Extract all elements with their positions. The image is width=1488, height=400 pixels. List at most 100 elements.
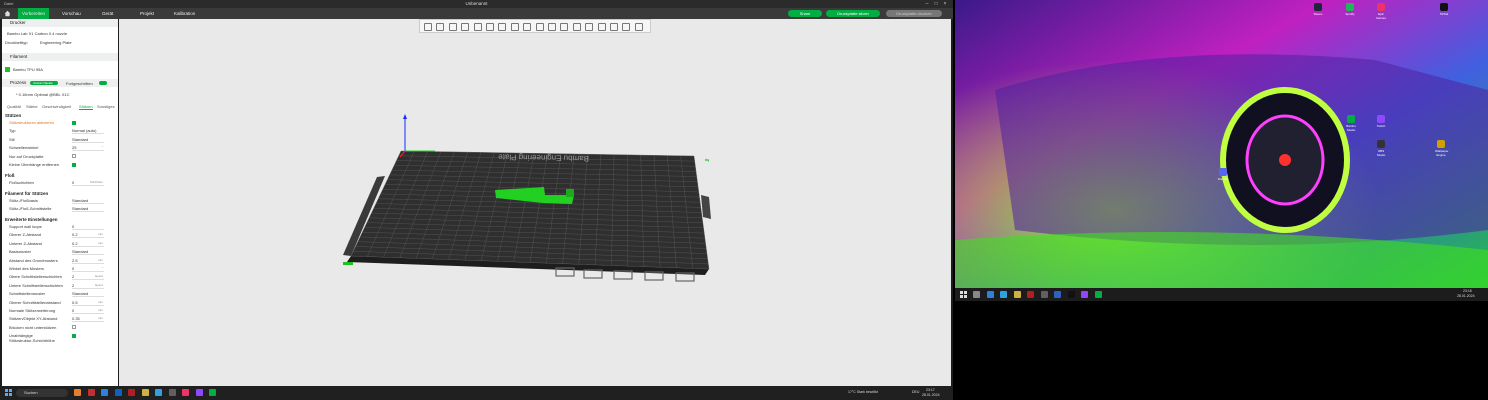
taskbar-app-icon[interactable] — [1013, 291, 1021, 298]
start-icon[interactable] — [5, 389, 12, 396]
app-icon-4[interactable] — [114, 389, 122, 396]
desktop-icon[interactable]: Epic Games — [1375, 3, 1387, 20]
weather-widget[interactable]: 17°C Stark bewölkt — [848, 390, 878, 394]
app-icon-5[interactable] — [128, 389, 135, 396]
taskbar-app-icon[interactable] — [1000, 291, 1007, 298]
taskbar-app-icon[interactable] — [973, 291, 980, 298]
tab-strength[interactable]: Stärke — [26, 104, 38, 109]
app-icon-1[interactable] — [74, 389, 81, 396]
tab-preview[interactable]: Vorschau — [58, 8, 85, 19]
store-icon[interactable] — [155, 389, 162, 396]
edge-icon[interactable] — [101, 389, 108, 396]
setting-value: 25 — [72, 145, 77, 151]
setting-value-field[interactable]: 2 layers — [72, 283, 104, 289]
clock-date-right[interactable]: 28.01.2024 — [1457, 294, 1475, 298]
filament-color-swatch[interactable] — [5, 67, 10, 72]
setting-label: Unterer Z-Abstand — [9, 240, 42, 246]
tab-device[interactable]: Gerät — [98, 8, 117, 19]
tab-quality[interactable]: Qualität — [7, 104, 21, 109]
setting-checkbox[interactable] — [72, 154, 76, 159]
slice-plate-button[interactable]: Druckplatte slicen — [826, 10, 880, 17]
plate-type-select[interactable]: Engineering Plate — [40, 40, 72, 45]
twitch-icon[interactable] — [195, 389, 203, 396]
taskbar-app-icon[interactable] — [986, 291, 994, 298]
taskbar-app-icon[interactable] — [1040, 291, 1048, 298]
setting-value-field[interactable]: Standard — [72, 137, 104, 143]
tab-prepare[interactable]: Vorbereiten — [18, 8, 50, 19]
clock-time[interactable]: 23:17 — [926, 388, 935, 392]
setting-value-field[interactable]: 0 — [72, 224, 104, 230]
taskbar-app-icon[interactable] — [1054, 291, 1061, 298]
advanced-toggle[interactable] — [99, 81, 107, 85]
setting-label: Basismuster — [9, 249, 32, 255]
setting-value-field[interactable]: 2 layers — [72, 274, 104, 281]
setting-value-field[interactable]: Standard — [72, 198, 104, 204]
desktop-icon[interactable]: Spotify — [1344, 3, 1356, 16]
setting-value-field[interactable]: 2.5 mm — [72, 258, 104, 264]
process-preset-select[interactable]: * 0.16mm Optimal @BBL X1C — [16, 92, 70, 97]
setting-value-field[interactable]: 0.2 mm — [72, 241, 104, 247]
taskbar-app-icon[interactable] — [1094, 291, 1102, 298]
taskbar-app-icon[interactable] — [1081, 291, 1088, 298]
filament-select[interactable]: Bambu TPU 95A — [13, 67, 43, 72]
desktop-icon[interactable]: Twitch — [1375, 115, 1387, 128]
close-icon[interactable]: × — [942, 1, 948, 7]
plate-lock-icon[interactable] — [583, 269, 603, 279]
clock-date[interactable]: 28.01.2024 — [922, 393, 940, 397]
minimize-icon[interactable]: – — [924, 1, 930, 7]
desktop-icon[interactable]: Bambu Studio — [1345, 115, 1357, 132]
desktop-icon-label: Spotify — [1345, 12, 1355, 16]
explorer-icon[interactable] — [141, 389, 149, 396]
setting-checkbox[interactable] — [72, 333, 76, 338]
setting-label: Abstand des Grundmusters — [9, 257, 58, 263]
clock-time-right[interactable]: 23:18 — [1463, 289, 1472, 293]
start-icon-right[interactable] — [960, 291, 967, 298]
tab-support[interactable]: Stützen — [79, 104, 93, 110]
desktop-icon[interactable]: Discord — [1217, 168, 1229, 181]
setting-unit: Schichten — [89, 180, 103, 184]
setting-value-field[interactable]: 0 Schichten — [72, 180, 104, 186]
setting-value-field[interactable]: 0.2 mm — [72, 232, 104, 239]
desktop-icon-label: Wallpaper Engine — [1435, 149, 1449, 157]
app-icon-2[interactable] — [87, 389, 95, 396]
desktop-icon[interactable]: Steam — [1312, 3, 1324, 16]
share-button[interactable]: Share — [788, 10, 822, 17]
setting-value-field[interactable]: Normal (auto) — [72, 128, 104, 135]
3d-viewport[interactable]: Bambu Engineering Plate ⇆ — [119, 19, 951, 386]
desktop-icon[interactable]: Wallpaper Engine — [1435, 140, 1449, 157]
tab-speed[interactable]: Geschwindigkeit — [42, 104, 71, 109]
filament-section-header: Filament — [2, 53, 118, 61]
home-icon[interactable] — [4, 10, 11, 17]
setting-value-field[interactable]: 0.35 mm — [72, 316, 104, 323]
setting-checkbox[interactable] — [72, 162, 76, 167]
setting-value-field[interactable]: Standard — [72, 291, 104, 298]
taskbar-app-icon[interactable] — [1027, 291, 1034, 298]
tab-calibration[interactable]: Kalibration — [170, 8, 199, 19]
setting-value-field[interactable]: Standard — [72, 249, 104, 256]
tiktok-icon[interactable] — [182, 389, 189, 396]
maximize-icon[interactable]: □ — [933, 1, 939, 7]
setting-value-field[interactable]: 0 ° — [72, 266, 104, 272]
taskbar-app-icon[interactable] — [1067, 291, 1075, 298]
setting-value-field[interactable]: Standard — [72, 206, 104, 213]
setting-checkbox[interactable] — [72, 325, 76, 330]
build-plate-scene[interactable]: Bambu Engineering Plate ⇆ — [119, 19, 951, 386]
setting-value: Standard — [72, 249, 89, 255]
tab-others[interactable]: Sonstiges — [97, 104, 115, 109]
search-input[interactable]: Suchen — [16, 389, 68, 397]
bambu-studio-icon[interactable] — [209, 389, 216, 396]
terminal-icon[interactable] — [168, 389, 176, 396]
printer-select[interactable]: Bambu Lab X1 Carbon 0.4 nozzle — [7, 31, 67, 36]
print-plate-button[interactable]: Druckplatte drucken — [886, 10, 942, 17]
setting-label: Schnittstellenmuster — [9, 291, 46, 297]
tab-project[interactable]: Projekt — [136, 8, 158, 19]
setting-value-field[interactable]: 25 ° — [72, 145, 104, 152]
setting-value-field[interactable]: 0.5 mm — [72, 300, 104, 306]
setting-value-field[interactable]: 0 mm — [72, 308, 104, 314]
language-indicator[interactable]: DEU — [912, 390, 919, 394]
process-scope-toggle[interactable]: Global Objekte — [30, 81, 58, 85]
setting-label: Typ — [9, 128, 16, 134]
setting-checkbox[interactable] — [72, 120, 76, 125]
desktop-icon[interactable]: TikTok — [1438, 3, 1450, 16]
desktop-icon[interactable]: OBS Studio — [1375, 140, 1387, 157]
